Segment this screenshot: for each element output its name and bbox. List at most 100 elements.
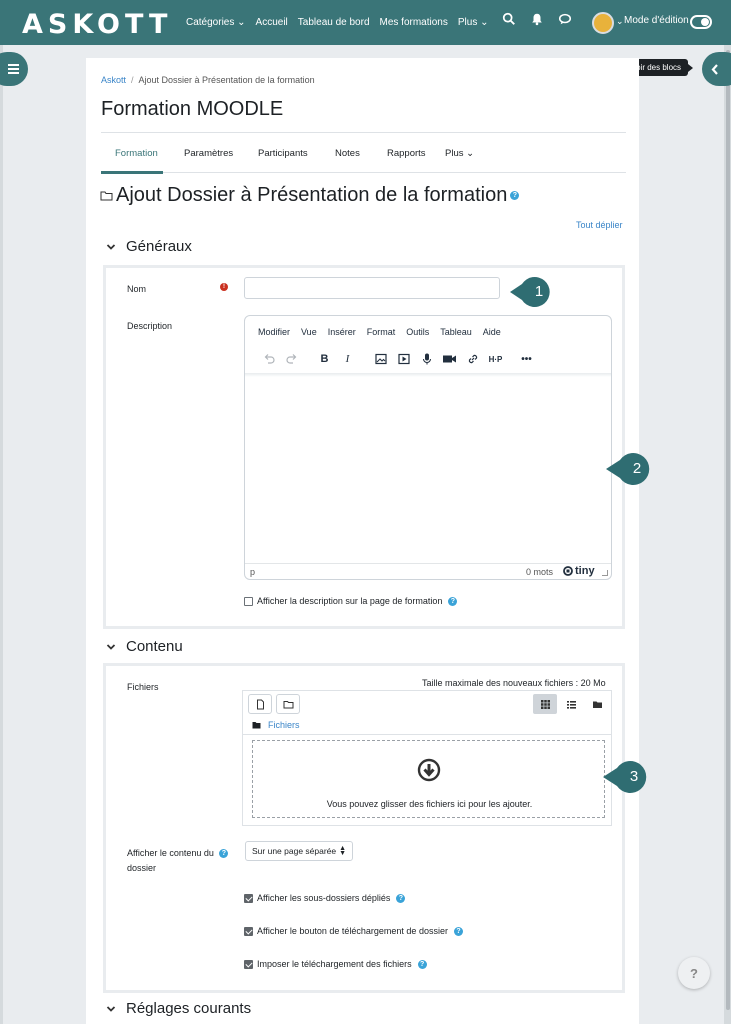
editor-path: p: [250, 567, 256, 577]
menu-view[interactable]: Vue: [301, 327, 317, 337]
display-content-label-line1: Afficher le contenu du: [127, 848, 214, 858]
tab-participants[interactable]: Participants: [258, 148, 308, 159]
files-label: Fichiers: [127, 682, 159, 692]
view-tree-button[interactable]: [585, 694, 609, 714]
show-download-button-row: Afficher le bouton de téléchargement de …: [257, 926, 463, 936]
more-icon[interactable]: •••: [515, 350, 538, 368]
callout-number: 3: [629, 768, 639, 785]
brand-logo[interactable]: ASKOTT: [22, 9, 172, 40]
callout-2: 2: [604, 452, 650, 485]
help-icon[interactable]: ?: [510, 191, 520, 200]
scrollbar-thumb[interactable]: [726, 50, 730, 1010]
edit-mode-label: Mode d'édition: [624, 15, 689, 26]
video-camera-icon[interactable]: [438, 350, 461, 368]
description-label: Description: [127, 321, 173, 331]
bold-icon[interactable]: B: [313, 350, 336, 368]
nav-link-my-courses[interactable]: Mes formations: [380, 17, 448, 28]
course-tabs: Formation Paramètres Participants Notes …: [101, 133, 626, 174]
section-common-header[interactable]: Réglages courants: [106, 1000, 251, 1017]
display-content-select[interactable]: Sur une page séparée ▲ ▼: [245, 841, 353, 861]
media-icon[interactable]: [392, 350, 415, 368]
add-file-button[interactable]: [248, 694, 272, 714]
help-fab-button[interactable]: ?: [678, 957, 710, 989]
menu-help[interactable]: Aide: [483, 327, 501, 337]
breadcrumb: Askott / Ajout Dossier à Présentation de l…: [101, 75, 315, 85]
callout-number: 2: [632, 460, 642, 477]
download-arrow-icon: [417, 758, 441, 782]
menu-table[interactable]: Tableau: [440, 327, 472, 337]
max-file-size: Taille maximale des nouveaux fichiers : …: [422, 678, 606, 688]
resize-handle[interactable]: [602, 570, 608, 576]
force-download-checkbox[interactable]: [244, 960, 253, 969]
navbar: ASKOTT Catégories ⌄ Accueil Tableau de b…: [0, 0, 731, 45]
chevron-down-icon[interactable]: ⌄: [616, 16, 624, 27]
tiny-icon: [563, 566, 573, 576]
show-description-checkbox[interactable]: [244, 597, 253, 606]
microphone-icon[interactable]: [415, 350, 438, 368]
chat-icon[interactable]: [558, 12, 572, 26]
nav-link-more[interactable]: Plus ⌄: [458, 17, 489, 28]
folder-path-label[interactable]: Fichiers: [268, 720, 300, 730]
menu-tools[interactable]: Outils: [406, 327, 429, 337]
undo-icon[interactable]: [257, 350, 280, 368]
display-content-label-line2: dossier: [127, 863, 157, 873]
nav-icons: [502, 12, 572, 26]
h5p-icon[interactable]: H·P: [484, 350, 507, 368]
create-folder-button[interactable]: [276, 694, 300, 714]
file-icon: [256, 699, 264, 709]
chevron-down-icon: [106, 243, 116, 250]
editor-toolbar-shadow: [245, 373, 611, 377]
edit-mode-toggle[interactable]: [690, 15, 712, 29]
show-subfolders-checkbox[interactable]: [244, 894, 253, 903]
required-icon: !: [220, 283, 228, 291]
bell-icon[interactable]: [530, 12, 544, 26]
course-index-drawer-button[interactable]: [0, 52, 28, 86]
show-download-button-checkbox[interactable]: [244, 927, 253, 936]
folder-icon: [252, 722, 261, 729]
toolbar-spacer: [303, 350, 313, 368]
section-content-header[interactable]: Contenu: [106, 638, 183, 655]
form-heading-text: Ajout Dossier à Présentation de la forma…: [116, 184, 508, 206]
menu-format[interactable]: Format: [367, 327, 396, 337]
menu-insert[interactable]: Insérer: [328, 327, 356, 337]
link-icon[interactable]: [461, 350, 484, 368]
help-icon[interactable]: ?: [453, 926, 463, 936]
tab-grades[interactable]: Notes: [335, 148, 360, 159]
tab-reports[interactable]: Rapports: [387, 148, 426, 159]
tiny-logo[interactable]: tiny: [563, 565, 595, 577]
block-drawer-button[interactable]: [702, 52, 731, 86]
redo-icon[interactable]: [280, 350, 303, 368]
file-dropzone[interactable]: Vous pouvez glisser des fichiers ici pou…: [252, 740, 605, 818]
menu-edit[interactable]: Modifier: [258, 327, 290, 337]
view-icons-button[interactable]: [533, 694, 557, 714]
breadcrumb-separator: /: [131, 75, 134, 85]
select-arrows-icon: ▲ ▼: [339, 845, 346, 857]
section-common-title: Réglages courants: [126, 1000, 252, 1017]
help-icon[interactable]: ?: [396, 893, 406, 903]
help-icon[interactable]: ?: [448, 596, 458, 606]
user-avatar[interactable]: [592, 12, 614, 34]
nav-link-home[interactable]: Accueil: [256, 17, 288, 28]
tab-course[interactable]: Formation: [115, 148, 158, 159]
help-icon[interactable]: ?: [417, 959, 427, 969]
file-manager: Fichiers Vous pouvez glisser des fichier…: [242, 690, 612, 826]
section-content-title: Contenu: [126, 638, 183, 655]
folder-path[interactable]: Fichiers: [252, 720, 300, 730]
callout-1: 1: [508, 276, 550, 308]
nav-link-categories[interactable]: Catégories ⌄: [186, 17, 246, 28]
word-count[interactable]: 0 mots: [526, 567, 553, 577]
image-icon[interactable]: [369, 350, 392, 368]
name-input[interactable]: [244, 277, 500, 299]
nav-link-dashboard[interactable]: Tableau de bord: [298, 17, 370, 28]
search-icon[interactable]: [502, 12, 516, 26]
breadcrumb-home[interactable]: Askott: [101, 75, 126, 85]
tab-more[interactable]: Plus ⌄: [445, 148, 474, 159]
section-general-header[interactable]: Généraux: [106, 238, 192, 255]
view-list-button[interactable]: [559, 694, 583, 714]
expand-all-link[interactable]: Tout déplier: [576, 220, 623, 230]
help-icon[interactable]: ?: [219, 849, 229, 859]
display-content-select-value: Sur une page séparée: [252, 846, 337, 856]
italic-icon[interactable]: I: [336, 350, 359, 368]
tab-settings[interactable]: Paramètres: [184, 148, 233, 159]
tiny-label: tiny: [575, 565, 595, 577]
